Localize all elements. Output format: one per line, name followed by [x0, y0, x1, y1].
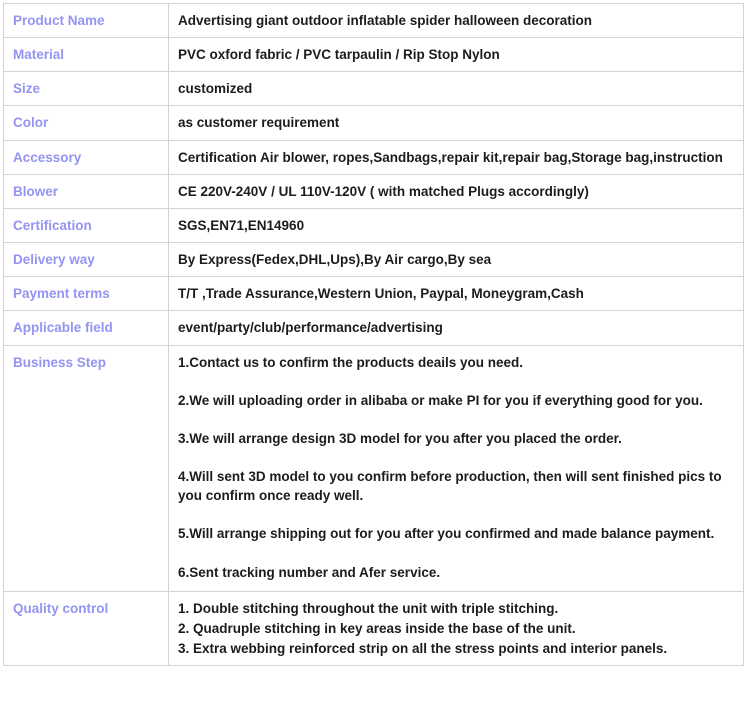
- table-row-quality-control: Quality control 1. Double stitching thro…: [3, 590, 744, 667]
- table-row: Size customized: [3, 71, 744, 107]
- business-step-list: 1.Contact us to confirm the products dea…: [178, 353, 735, 582]
- table-row: Blower CE 220V-240V / UL 110V-120V ( wit…: [3, 173, 744, 209]
- spec-label: Certification: [3, 207, 169, 244]
- spec-value: Certification Air blower, ropes,Sandbags…: [168, 139, 744, 175]
- spec-label: Applicable field: [3, 310, 169, 346]
- spec-value: CE 220V-240V / UL 110V-120V ( with match…: [168, 173, 744, 209]
- spec-label: Size: [3, 71, 169, 107]
- table-row: Payment terms T/T ,Trade Assurance,Weste…: [3, 276, 744, 312]
- spec-value: customized: [168, 71, 744, 107]
- table-row: Delivery way By Express(Fedex,DHL,Ups),B…: [3, 242, 744, 278]
- list-item: 2. Quadruple stitching in key areas insi…: [178, 620, 576, 636]
- spec-label: Quality control: [3, 590, 169, 667]
- table-row: Product Name Advertising giant outdoor i…: [3, 2, 744, 39]
- spec-label: Color: [3, 105, 169, 141]
- spec-label: Delivery way: [3, 242, 169, 278]
- table-body: Product Name Advertising giant outdoor i…: [3, 2, 744, 667]
- list-item: 5.Will arrange shipping out for you afte…: [178, 526, 715, 542]
- table-row: Applicable field event/party/club/perfor…: [3, 310, 744, 346]
- spec-value: 1. Double stitching throughout the unit …: [168, 590, 744, 667]
- spec-value: T/T ,Trade Assurance,Western Union, Payp…: [168, 276, 744, 312]
- table-row: Color as customer requirement: [3, 105, 744, 141]
- quality-control-list: 1. Double stitching throughout the unit …: [178, 599, 735, 658]
- table-row: Certification SGS,EN71,EN14960: [3, 207, 744, 244]
- table-row: Material PVC oxford fabric / PVC tarpaul…: [3, 37, 744, 73]
- product-specification-table: Product Name Advertising giant outdoor i…: [3, 2, 744, 667]
- list-item: 1.Contact us to confirm the products dea…: [178, 354, 524, 370]
- list-item: 6.Sent tracking number and Afer service.: [178, 564, 441, 580]
- spec-label: Accessory: [3, 139, 169, 175]
- spec-value: Advertising giant outdoor inflatable spi…: [168, 2, 744, 39]
- list-item: 4.Will sent 3D model to you confirm befo…: [178, 469, 722, 504]
- spec-value: 1.Contact us to confirm the products dea…: [168, 344, 744, 592]
- spec-value: as customer requirement: [168, 105, 744, 141]
- table-row-business-step: Business Step 1.Contact us to confirm th…: [3, 344, 744, 592]
- spec-label: Payment terms: [3, 276, 169, 312]
- spec-value: By Express(Fedex,DHL,Ups),By Air cargo,B…: [168, 242, 744, 278]
- spec-label: Material: [3, 37, 169, 73]
- spec-label: Blower: [3, 173, 169, 209]
- spec-value: SGS,EN71,EN14960: [168, 207, 744, 244]
- list-item: 3.We will arrange design 3D model for yo…: [178, 430, 622, 446]
- table-row: Accessory Certification Air blower, rope…: [3, 139, 744, 175]
- list-item: 2.We will uploading order in alibaba or …: [178, 392, 703, 408]
- list-item: 3. Extra webbing reinforced strip on all…: [178, 640, 668, 656]
- list-item: 1. Double stitching throughout the unit …: [178, 600, 559, 616]
- spec-label: Business Step: [3, 344, 169, 592]
- spec-value: PVC oxford fabric / PVC tarpaulin / Rip …: [168, 37, 744, 73]
- spec-label: Product Name: [3, 2, 169, 39]
- spec-value: event/party/club/performance/advertising: [168, 310, 744, 346]
